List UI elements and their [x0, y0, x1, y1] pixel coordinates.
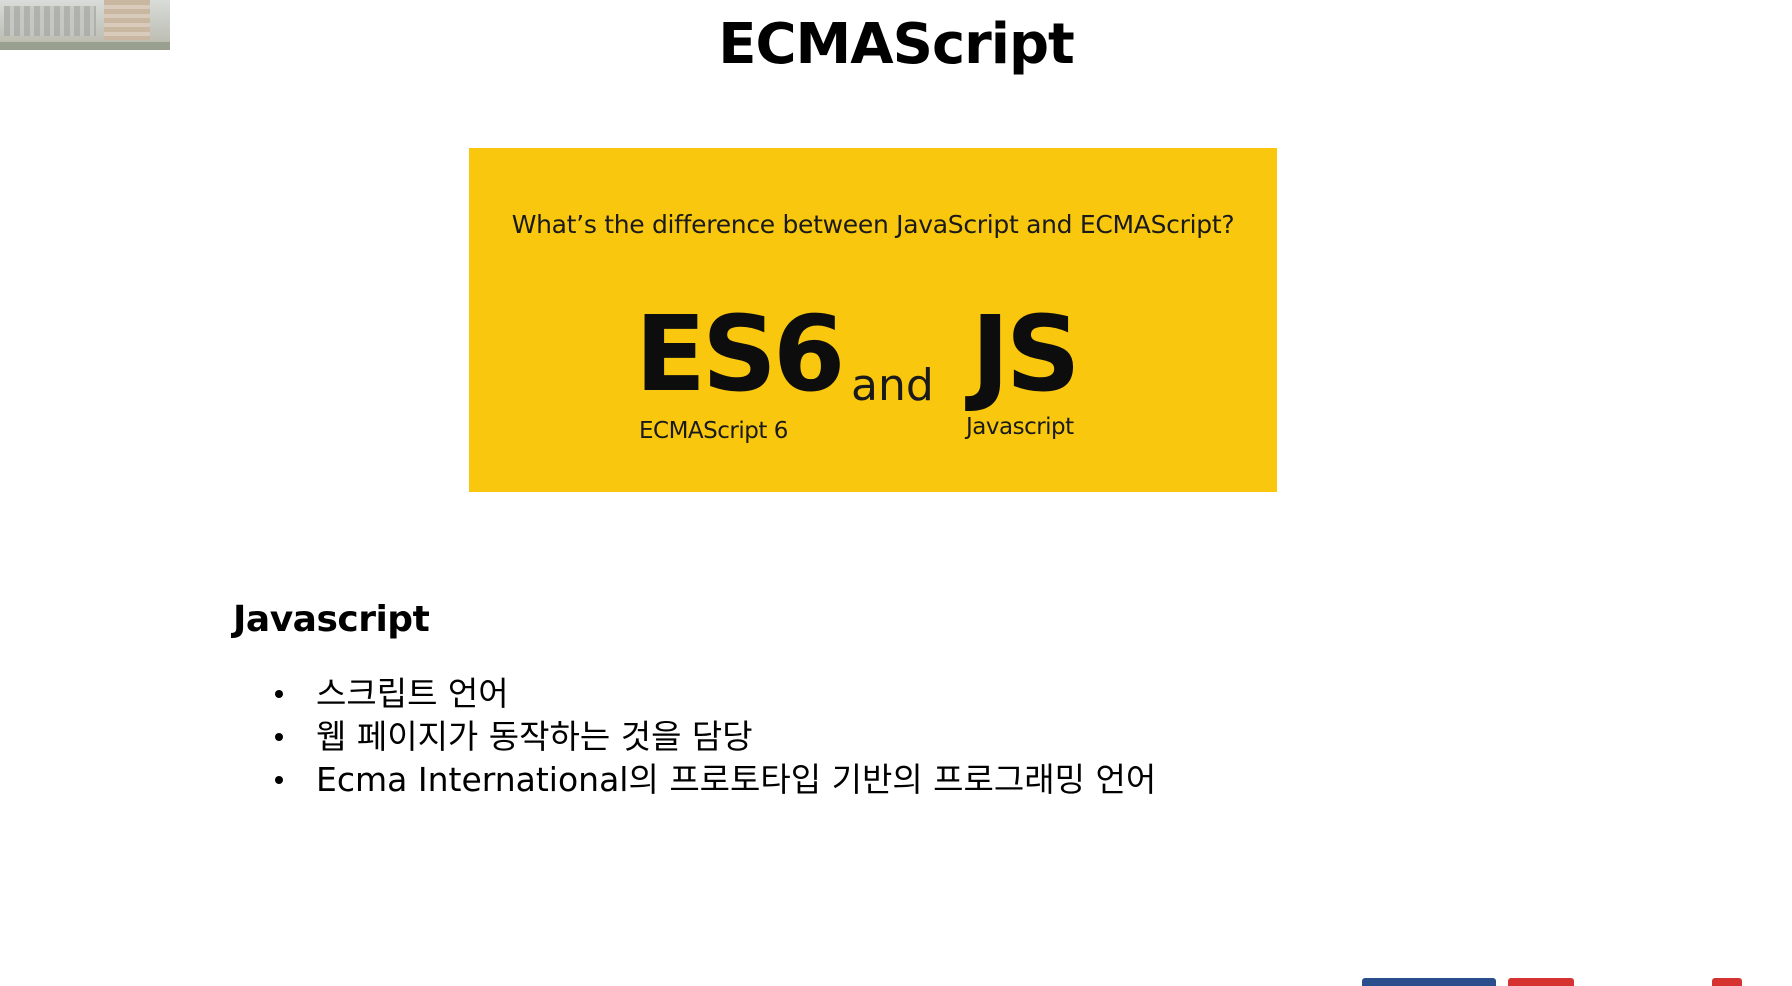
- banner-es6-label: ES6: [635, 293, 845, 415]
- list-item-text: 웹 페이지가 동작하는 것을 담당: [316, 717, 753, 756]
- bullet-icon: [275, 690, 283, 698]
- banner-js-caption: Javascript: [966, 414, 1074, 440]
- list-item-text: Ecma International의 프로토타입 기반의 프로그래밍 언어: [316, 760, 1157, 799]
- slide-title: ECMAScript: [718, 12, 1075, 77]
- es6-vs-js-banner-image: What’s the difference between JavaScript…: [469, 148, 1277, 492]
- footer-logo-icon: [1712, 978, 1742, 986]
- footer-logo-icon: [1508, 978, 1574, 986]
- footer-logo-icon: [1362, 978, 1496, 986]
- slide: ECMAScript What’s the difference between…: [0, 0, 1792, 986]
- list-item-text: 스크립트 언어: [316, 674, 509, 713]
- section-heading: Javascript: [233, 599, 430, 640]
- bullet-list: 스크립트 언어 웹 페이지가 동작하는 것을 담당 Ecma Internati…: [268, 672, 1156, 801]
- list-item: 스크립트 언어: [268, 672, 1156, 715]
- bullet-icon: [275, 776, 283, 784]
- banner-js-label: JS: [971, 293, 1081, 415]
- banner-question: What’s the difference between JavaScript…: [511, 210, 1235, 239]
- banner-es6-caption: ECMAScript 6: [639, 418, 788, 444]
- bullet-icon: [275, 733, 283, 741]
- list-item: Ecma International의 프로토타입 기반의 프로그래밍 언어: [268, 758, 1156, 801]
- list-item: 웹 페이지가 동작하는 것을 담당: [268, 715, 1156, 758]
- banner-and-label: and: [851, 360, 934, 411]
